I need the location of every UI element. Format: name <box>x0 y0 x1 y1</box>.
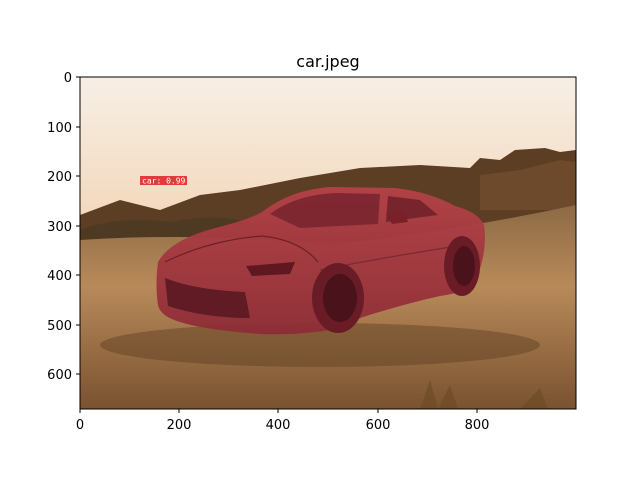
y-axis: 0 100 200 300 400 500 600 <box>47 71 80 383</box>
rear-rim <box>453 246 475 286</box>
y-tick-label: 0 <box>64 71 72 86</box>
x-tick-label: 0 <box>76 418 84 433</box>
y-tick-label: 600 <box>47 368 72 383</box>
y-tick-label: 300 <box>47 220 72 235</box>
y-tick-label: 100 <box>47 121 72 136</box>
photo: car: 0.99 <box>80 77 576 409</box>
y-tick-label: 200 <box>47 170 72 185</box>
y-tick-label: 500 <box>47 319 72 334</box>
x-tick-label: 400 <box>266 418 291 433</box>
x-axis: 0 200 400 600 800 <box>76 409 490 433</box>
figure-canvas: car: 0.99 0 200 400 600 800 0 100 200 30… <box>47 71 577 433</box>
x-tick-label: 200 <box>167 418 192 433</box>
x-tick-label: 600 <box>366 418 391 433</box>
x-tick-label: 800 <box>465 418 490 433</box>
front-rim <box>323 274 357 322</box>
y-tick-label: 400 <box>47 269 72 284</box>
detection-label: car: 0.99 <box>142 177 186 186</box>
